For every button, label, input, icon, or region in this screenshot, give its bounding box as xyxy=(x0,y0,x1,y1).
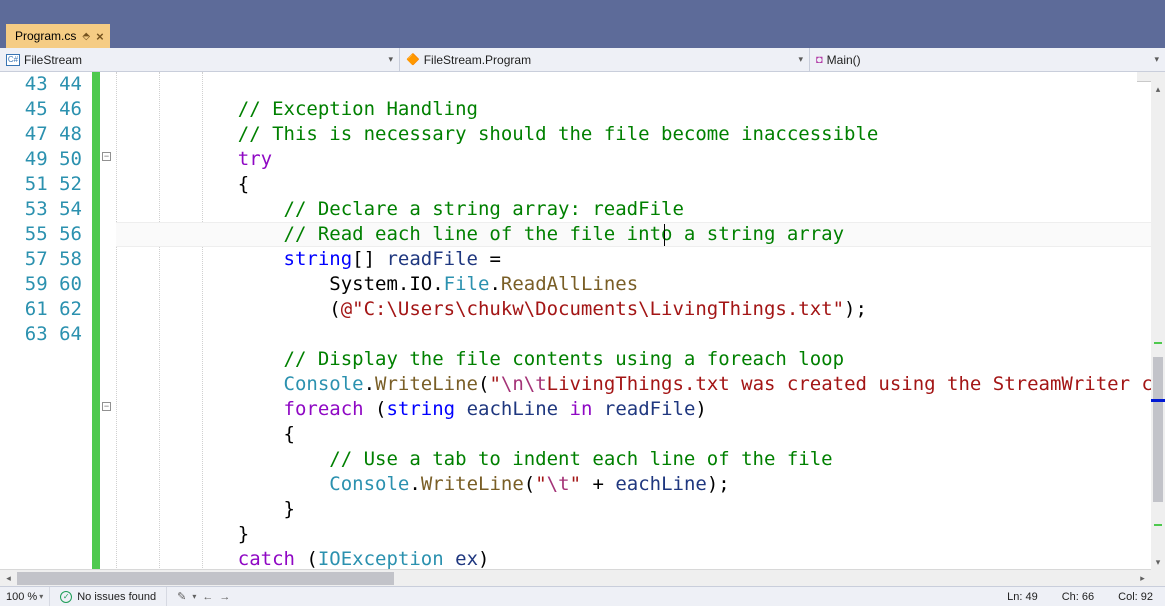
document-tabstrip: Program.cs ⬘ × xyxy=(0,21,1165,48)
tab-title: Program.cs xyxy=(15,29,76,43)
nav-class-dropdown[interactable]: 🔶 FileStream.Program ▾ xyxy=(400,48,810,71)
check-icon: ✓ xyxy=(60,591,72,603)
horizontal-scrollbar[interactable]: ◂ ▸ xyxy=(0,569,1151,586)
zoom-control[interactable]: 100 % ▾ xyxy=(0,587,50,606)
nav-method-dropdown[interactable]: ◘ Main() ▾ xyxy=(810,48,1165,71)
document-tab-program[interactable]: Program.cs ⬘ × xyxy=(6,24,110,48)
scroll-thumb[interactable] xyxy=(1153,357,1163,502)
status-bar: 100 % ▾ ✓ No issues found ✎ ▾ ← → Ln: 49… xyxy=(0,586,1165,606)
eyedrop-icon: ✎ xyxy=(177,590,186,603)
pin-icon[interactable]: ⬘ xyxy=(82,31,90,42)
chevron-down-icon: ▾ xyxy=(1154,54,1159,65)
code-editor[interactable]: 43 44 45 46 47 48 49 50 51 52 53 54 55 5… xyxy=(0,72,1165,586)
scroll-down-icon[interactable]: ▾ xyxy=(1151,555,1165,569)
csharp-icon: C# xyxy=(6,54,20,66)
issues-text: No issues found xyxy=(77,591,156,603)
change-indicator xyxy=(92,72,100,586)
cursor-col: Col: 92 xyxy=(1106,591,1165,603)
window-titlebar xyxy=(0,0,1165,21)
chevron-down-icon: ▾ xyxy=(388,54,393,65)
split-handle[interactable] xyxy=(1137,72,1151,82)
cursor-char: Ch: 66 xyxy=(1050,591,1106,603)
scroll-left-icon[interactable]: ◂ xyxy=(0,570,17,587)
next-issue-icon[interactable]: → xyxy=(219,591,230,603)
nav-scope-dropdown[interactable]: C# FileStream ▾ xyxy=(0,48,400,71)
chevron-down-icon: ▾ xyxy=(39,592,43,601)
zoom-value: 100 % xyxy=(6,591,37,603)
nav-class-text: FileStream.Program xyxy=(424,53,531,67)
issue-nav[interactable]: ✎ ▾ ← → xyxy=(167,590,240,603)
issues-indicator[interactable]: ✓ No issues found xyxy=(50,587,167,606)
change-mark xyxy=(1154,342,1162,344)
scroll-right-icon[interactable]: ▸ xyxy=(1134,570,1151,587)
nav-method-text: Main() xyxy=(827,53,861,67)
caret-position-mark xyxy=(1151,399,1165,402)
outline-toggle[interactable]: − xyxy=(102,152,111,161)
class-icon: 🔶 xyxy=(406,53,420,66)
vertical-scrollbar[interactable]: ▴ ▾ xyxy=(1151,72,1165,586)
change-mark xyxy=(1154,524,1162,526)
scroll-up-icon[interactable]: ▴ xyxy=(1151,82,1165,96)
line-numbers: 43 44 45 46 47 48 49 50 51 52 53 54 55 5… xyxy=(0,72,88,347)
text-caret xyxy=(664,224,665,246)
scroll-thumb[interactable] xyxy=(17,572,394,585)
code-content[interactable]: // Exception Handling // This is necessa… xyxy=(116,72,1151,586)
method-icon: ◘ xyxy=(816,54,823,66)
prev-issue-icon[interactable]: ← xyxy=(202,591,213,603)
outline-toggle[interactable]: − xyxy=(102,402,111,411)
chevron-down-icon: ▾ xyxy=(798,54,803,65)
gutter: 43 44 45 46 47 48 49 50 51 52 53 54 55 5… xyxy=(0,72,92,586)
navigation-bar: C# FileStream ▾ 🔶 FileStream.Program ▾ ◘… xyxy=(0,48,1165,72)
scroll-track[interactable] xyxy=(17,570,1134,587)
close-icon[interactable]: × xyxy=(96,29,104,44)
chevron-down-icon: ▾ xyxy=(192,592,196,601)
cursor-line: Ln: 49 xyxy=(995,591,1050,603)
nav-scope-text: FileStream xyxy=(24,53,82,67)
